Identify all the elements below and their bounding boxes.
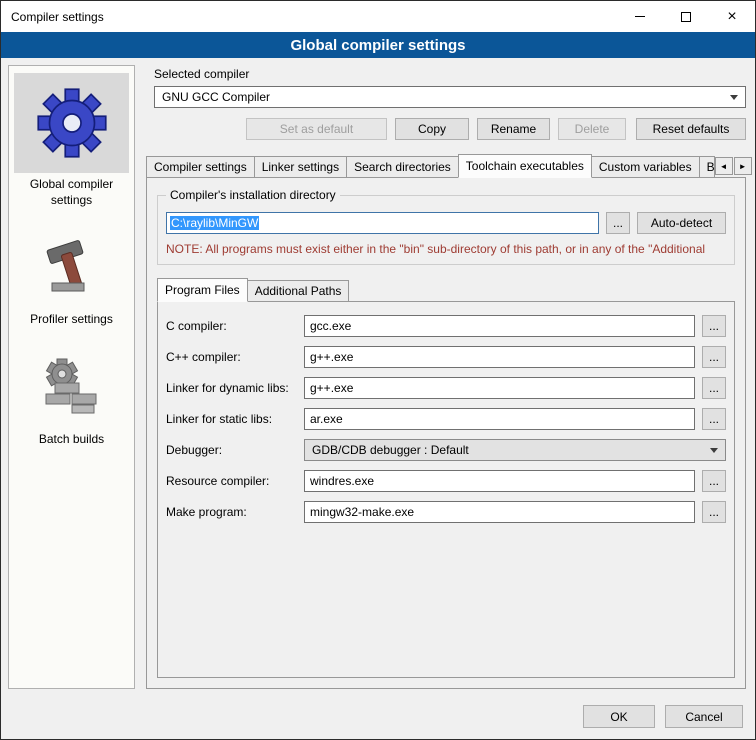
sidebar-item-label: Batch builds bbox=[33, 432, 110, 448]
sidebar-item-profiler-settings[interactable]: Profiler settings bbox=[9, 228, 134, 348]
c-compiler-label: C compiler: bbox=[166, 319, 304, 333]
debugger-select[interactable]: GDB/CDB debugger : Default bbox=[304, 439, 726, 461]
compiler-select[interactable]: GNU GCC Compiler bbox=[154, 86, 746, 108]
batch-builds-icon bbox=[40, 357, 104, 421]
selected-compiler-label: Selected compiler bbox=[154, 67, 748, 81]
tab-linker-settings[interactable]: Linker settings bbox=[254, 156, 347, 177]
sidebar-item-label: Global compiler settings bbox=[9, 177, 134, 208]
debugger-select-value: GDB/CDB debugger : Default bbox=[312, 443, 469, 457]
static-linker-browse-button[interactable]: ... bbox=[702, 408, 726, 430]
close-icon: × bbox=[727, 9, 736, 25]
copy-button[interactable]: Copy bbox=[395, 118, 469, 140]
delete-button[interactable]: Delete bbox=[558, 118, 626, 140]
window-controls: × bbox=[617, 1, 755, 32]
rename-button[interactable]: Rename bbox=[477, 118, 550, 140]
sidebar-item-label: Profiler settings bbox=[24, 312, 119, 328]
tab-scroll-left-button[interactable]: ◄ bbox=[715, 157, 733, 175]
toolchain-executables-panel: Compiler's installation directory C:\ray… bbox=[146, 177, 746, 689]
tab-custom-variables[interactable]: Custom variables bbox=[591, 156, 700, 177]
static-linker-row: Linker for static libs: ... bbox=[166, 408, 726, 430]
cpp-compiler-label: C++ compiler: bbox=[166, 350, 304, 364]
minimize-button[interactable] bbox=[617, 1, 663, 32]
static-linker-input[interactable] bbox=[304, 408, 695, 430]
sidebar-item-global-compiler-settings[interactable]: Global compiler settings bbox=[9, 71, 134, 228]
sidebar-item-batch-builds[interactable]: Batch builds bbox=[9, 348, 134, 468]
installation-path-value: C:\raylib\MinGW bbox=[170, 216, 259, 230]
chevron-down-icon bbox=[730, 95, 738, 100]
debugger-label: Debugger: bbox=[166, 443, 304, 457]
make-program-label: Make program: bbox=[166, 505, 304, 519]
installation-path-input[interactable]: C:\raylib\MinGW bbox=[166, 212, 599, 234]
ok-button[interactable]: OK bbox=[583, 705, 655, 728]
cancel-button[interactable]: Cancel bbox=[665, 705, 743, 728]
tab-toolchain-executables[interactable]: Toolchain executables bbox=[458, 154, 592, 178]
titlebar: Compiler settings × bbox=[1, 1, 755, 32]
resource-compiler-input[interactable] bbox=[304, 470, 695, 492]
compiler-settings-dialog: Compiler settings × Global compiler sett… bbox=[0, 0, 756, 740]
make-program-browse-button[interactable]: ... bbox=[702, 501, 726, 523]
minimize-icon bbox=[635, 16, 645, 17]
window-title: Compiler settings bbox=[1, 10, 104, 24]
program-files-panel: C compiler: ... C++ compiler: ... Linker… bbox=[157, 301, 735, 678]
static-linker-label: Linker for static libs: bbox=[166, 412, 304, 426]
tab-scroll-buttons: ◄ ► bbox=[714, 157, 752, 175]
set-as-default-button[interactable]: Set as default bbox=[246, 118, 387, 140]
resource-compiler-browse-button[interactable]: ... bbox=[702, 470, 726, 492]
dialog-header-title: Global compiler settings bbox=[290, 37, 465, 54]
sidebar: Global compiler settings Profiler settin… bbox=[8, 65, 135, 689]
installation-directory-label: Compiler's installation directory bbox=[166, 188, 340, 202]
c-compiler-row: C compiler: ... bbox=[166, 315, 726, 337]
resource-compiler-label: Resource compiler: bbox=[166, 474, 304, 488]
settings-tabstrip: Compiler settings Linker settings Search… bbox=[146, 154, 746, 177]
tab-program-files[interactable]: Program Files bbox=[157, 278, 248, 302]
tab-build-options[interactable]: Buil bbox=[699, 156, 715, 177]
make-program-input[interactable] bbox=[304, 501, 695, 523]
main-panel: Selected compiler GNU GCC Compiler Set a… bbox=[144, 65, 748, 689]
chevron-down-icon bbox=[710, 448, 718, 453]
resource-compiler-row: Resource compiler: ... bbox=[166, 470, 726, 492]
cpp-compiler-row: C++ compiler: ... bbox=[166, 346, 726, 368]
bin-subdirectory-note: NOTE: All programs must exist either in … bbox=[166, 242, 726, 256]
dynamic-linker-row: Linker for dynamic libs: ... bbox=[166, 377, 726, 399]
dialog-header: Global compiler settings bbox=[1, 32, 755, 58]
dynamic-linker-label: Linker for dynamic libs: bbox=[166, 381, 304, 395]
maximize-icon bbox=[681, 12, 691, 22]
compiler-select-value: GNU GCC Compiler bbox=[162, 90, 270, 104]
cpp-compiler-browse-button[interactable]: ... bbox=[702, 346, 726, 368]
tab-compiler-settings[interactable]: Compiler settings bbox=[146, 156, 255, 177]
tab-search-directories[interactable]: Search directories bbox=[346, 156, 459, 177]
batch-builds-icon-box bbox=[14, 350, 129, 428]
installation-directory-groupbox: Compiler's installation directory C:\ray… bbox=[157, 195, 735, 265]
c-compiler-browse-button[interactable]: ... bbox=[702, 315, 726, 337]
profiler-icon bbox=[40, 237, 104, 301]
browse-path-button[interactable]: ... bbox=[606, 212, 630, 234]
dialog-content: Global compiler settings Profiler settin… bbox=[1, 58, 755, 696]
installation-path-row: C:\raylib\MinGW ... Auto-detect bbox=[166, 212, 726, 234]
make-program-row: Make program: ... bbox=[166, 501, 726, 523]
profiler-icon-box bbox=[14, 230, 129, 308]
reset-defaults-button[interactable]: Reset defaults bbox=[636, 118, 746, 140]
compiler-buttons-row: Set as default Copy Rename Delete Reset … bbox=[154, 118, 746, 140]
cpp-compiler-input[interactable] bbox=[304, 346, 695, 368]
close-button[interactable]: × bbox=[709, 1, 755, 32]
left-arrow-icon: ◄ bbox=[720, 162, 728, 171]
dialog-footer: OK Cancel bbox=[1, 696, 755, 739]
right-arrow-icon: ► bbox=[739, 162, 747, 171]
tab-additional-paths[interactable]: Additional Paths bbox=[247, 280, 350, 301]
debugger-row: Debugger: GDB/CDB debugger : Default bbox=[166, 439, 726, 461]
auto-detect-button[interactable]: Auto-detect bbox=[637, 212, 726, 234]
maximize-button[interactable] bbox=[663, 1, 709, 32]
dynamic-linker-input[interactable] bbox=[304, 377, 695, 399]
gear-icon bbox=[36, 87, 108, 159]
c-compiler-input[interactable] bbox=[304, 315, 695, 337]
sidebar-selected-highlight bbox=[14, 73, 129, 173]
program-files-tabstrip: Program Files Additional Paths bbox=[157, 278, 735, 301]
tab-scroll-right-button[interactable]: ► bbox=[734, 157, 752, 175]
dynamic-linker-browse-button[interactable]: ... bbox=[702, 377, 726, 399]
